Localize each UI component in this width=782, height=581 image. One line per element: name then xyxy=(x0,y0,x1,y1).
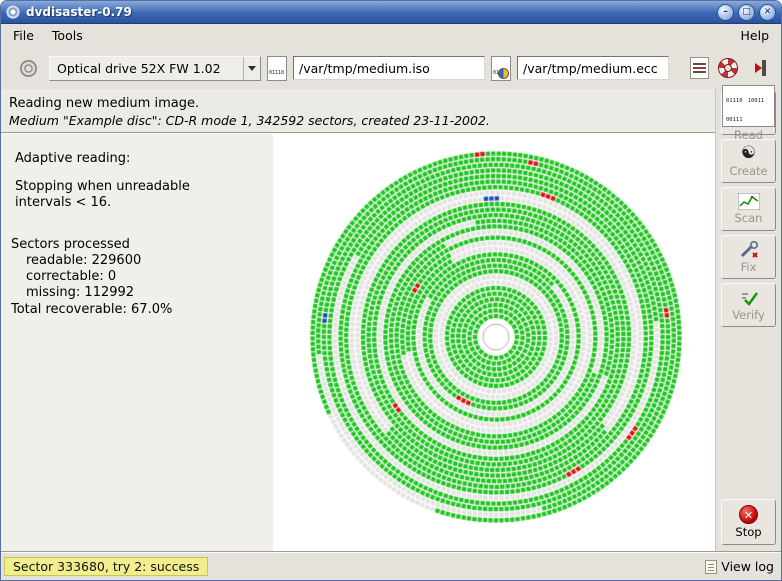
close-button[interactable]: ✕ xyxy=(759,4,776,21)
read-button[interactable]: 01110 10011 00111 Read xyxy=(721,91,776,135)
menu-bar: File Tools Help xyxy=(1,24,781,47)
cd-drive-icon xyxy=(20,60,37,77)
total-recoverable: Total recoverable: 67.0% xyxy=(11,302,273,318)
sectors-missing: missing: 112992 xyxy=(26,285,273,301)
sectors-readable: readable: 229600 xyxy=(26,253,273,269)
fix-button-label: Fix xyxy=(741,260,757,274)
view-log-label: View log xyxy=(721,559,774,574)
iso-path-input[interactable] xyxy=(293,56,485,80)
sectors-processed-title: Sectors processed xyxy=(11,237,273,253)
menu-file[interactable]: File xyxy=(4,25,43,46)
verify-check-icon xyxy=(739,289,759,307)
chevron-down-icon xyxy=(243,57,260,80)
read-binary-icon: 01110 10011 00111 xyxy=(722,85,775,127)
preferences-icon[interactable] xyxy=(690,57,709,79)
create-button[interactable]: ☯ Create xyxy=(721,139,776,183)
menu-help[interactable]: Help xyxy=(732,25,779,46)
app-icon xyxy=(6,5,20,19)
stop-button[interactable]: ✕ Stop xyxy=(721,499,776,545)
adaptive-reading-title: Adaptive reading: xyxy=(15,151,273,167)
status-line-2: Medium "Example disc": CD-R mode 1, 3425… xyxy=(1,113,715,128)
ecc-path-input[interactable] xyxy=(517,56,669,80)
app-window: dvdisaster-0.79 – □ ✕ File Tools Help Op… xyxy=(0,0,782,581)
status-bar: Sector 333680, try 2: success View log xyxy=(1,551,781,580)
binary-row: 00111 xyxy=(726,117,743,123)
binary-row: 10011 xyxy=(748,98,765,104)
stopping-line-2: intervals < 16. xyxy=(15,195,273,211)
create-button-label: Create xyxy=(729,164,767,178)
status-line-1: Reading new medium image. xyxy=(1,89,715,113)
disc-visualization xyxy=(296,137,696,537)
help-lifesaver-icon[interactable] xyxy=(718,58,738,78)
log-icon xyxy=(705,560,717,574)
sectors-correctable: correctable: 0 xyxy=(26,269,273,285)
scan-chart-icon xyxy=(738,193,760,210)
verify-button-label: Verify xyxy=(732,308,765,322)
scan-button-label: Scan xyxy=(735,211,763,225)
window-title: dvdisaster-0.79 xyxy=(26,5,713,19)
drive-button[interactable] xyxy=(13,53,43,83)
fix-tool-icon xyxy=(739,241,759,259)
yin-yang-icon: ☯ xyxy=(741,144,756,163)
ecc-file-icon: 01110 xyxy=(491,56,511,81)
minimize-button[interactable]: – xyxy=(717,4,734,21)
binary-row: 01110 xyxy=(269,70,284,76)
title-bar: dvdisaster-0.79 – □ ✕ xyxy=(1,1,781,24)
binary-row: 01110 xyxy=(726,98,743,104)
action-sidebar: 01110 10011 00111 Read ☯ Create Scan xyxy=(715,89,781,551)
reading-info-panel: Adaptive reading: Stopping when unreadab… xyxy=(1,134,273,318)
fix-button[interactable]: Fix xyxy=(721,235,776,279)
ecc-badge-icon xyxy=(498,68,509,79)
sector-status-label: Sector 333680, try 2: success xyxy=(4,557,208,576)
stopping-line-1: Stopping when unreadable xyxy=(15,179,273,195)
menu-tools[interactable]: Tools xyxy=(43,25,92,46)
verify-button[interactable]: Verify xyxy=(721,283,776,327)
view-log-button[interactable]: View log xyxy=(705,557,774,576)
stop-x-icon: ✕ xyxy=(739,505,758,524)
drive-select[interactable]: Optical drive 52X FW 1.02 xyxy=(49,56,261,81)
stop-button-label: Stop xyxy=(735,525,761,539)
status-message-area: Reading new medium image. Medium "Exampl… xyxy=(1,89,715,133)
maximize-button[interactable]: □ xyxy=(738,4,755,21)
scan-button[interactable]: Scan xyxy=(721,187,776,231)
drive-select-value: Optical drive 52X FW 1.02 xyxy=(50,61,243,76)
quit-icon[interactable] xyxy=(747,58,768,78)
disc-drawing-area xyxy=(273,134,715,551)
toolbar-right xyxy=(690,57,773,79)
image-file-icon: 01110 10011 00111 xyxy=(267,56,287,81)
toolbar: Optical drive 52X FW 1.02 01110 10011 00… xyxy=(1,47,781,89)
main-area: Adaptive reading: Stopping when unreadab… xyxy=(1,134,715,551)
